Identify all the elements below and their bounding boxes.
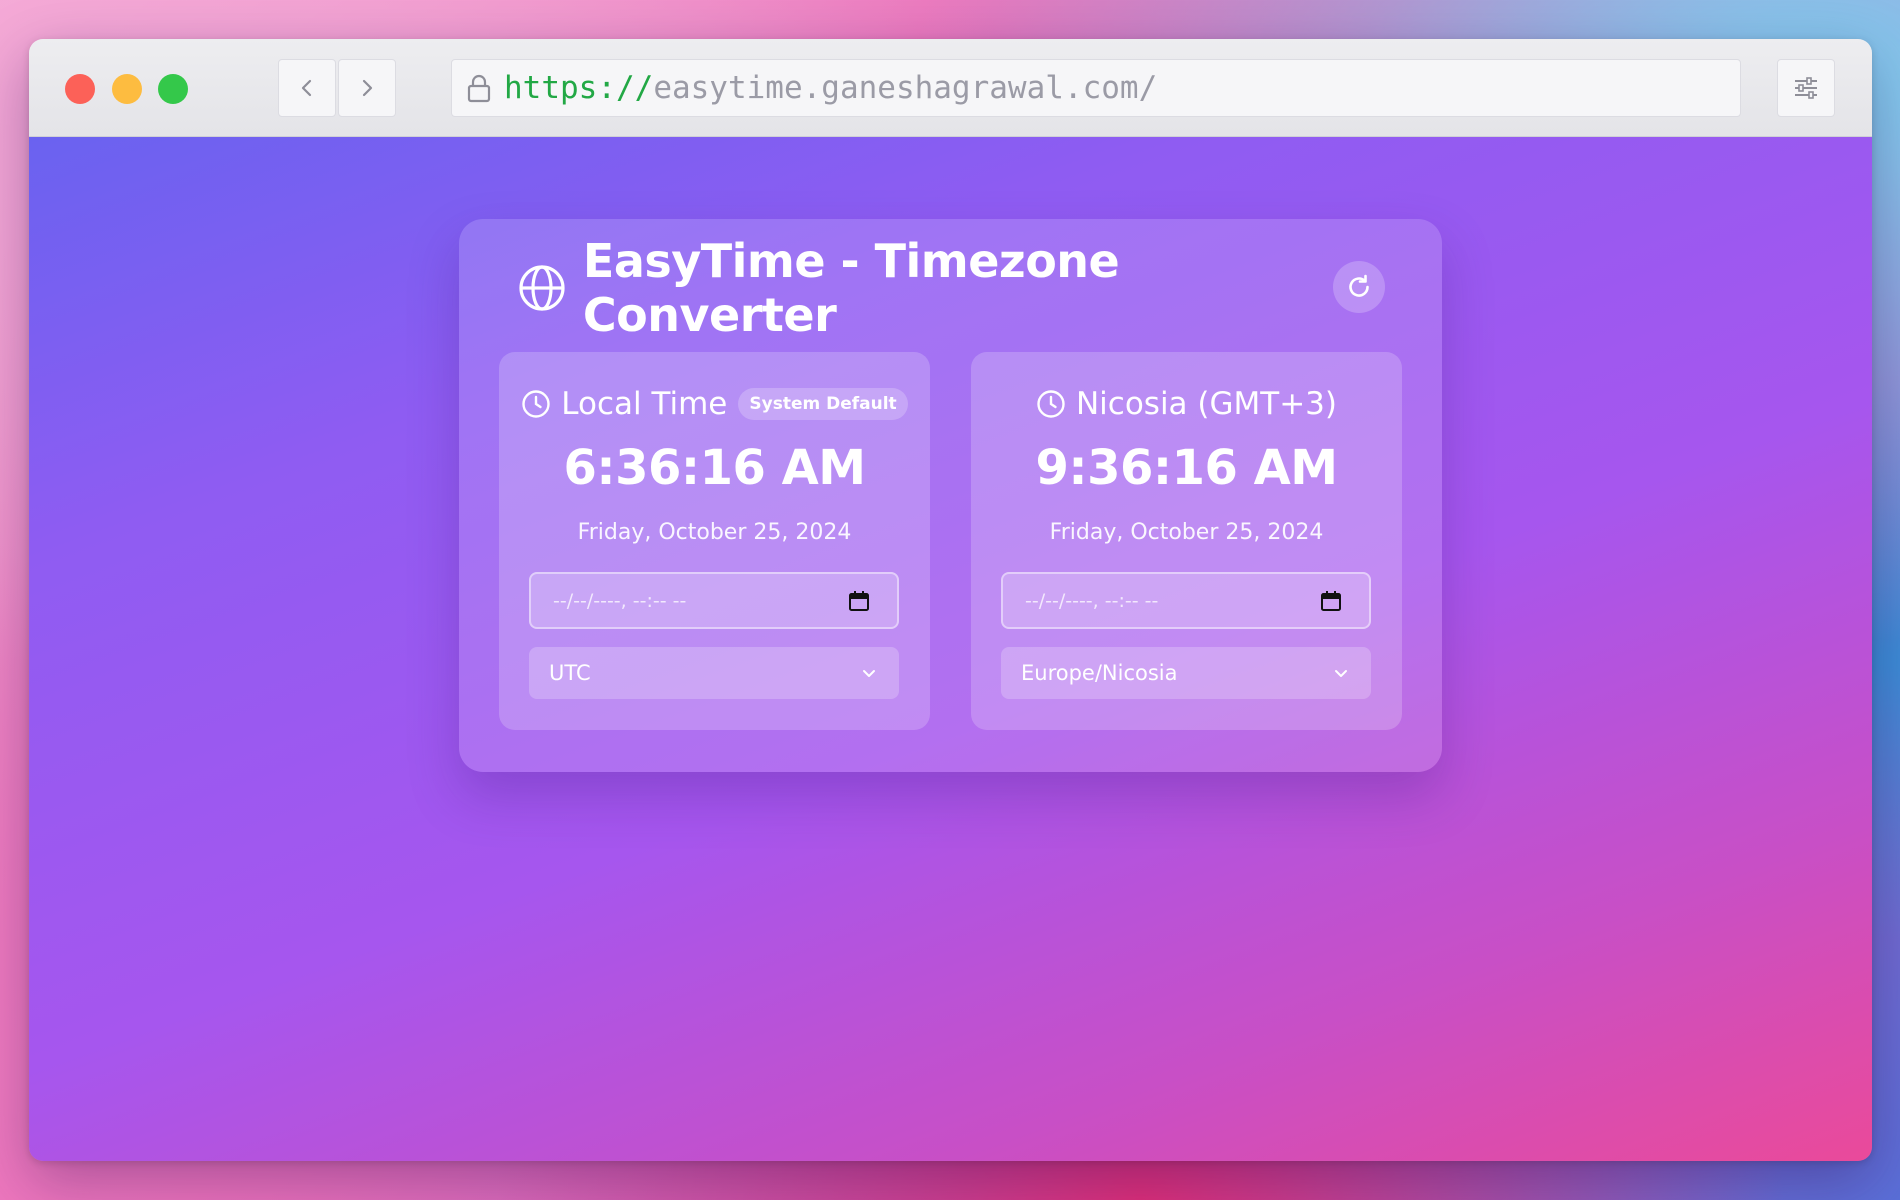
chevron-down-icon [1335, 670, 1347, 677]
timezone-value: Europe/Nicosia [1021, 661, 1178, 685]
browser-toolbar: https://easytime.ganeshagrawal.com/ [29, 39, 1872, 137]
address-bar[interactable]: https://easytime.ganeshagrawal.com/ [451, 59, 1741, 117]
close-window-button[interactable] [65, 74, 95, 104]
chevron-right-icon [362, 79, 373, 97]
maximize-window-button[interactable] [158, 74, 188, 104]
panel-header: Nicosia (GMT+3) [971, 384, 1402, 424]
sliders-icon [1795, 77, 1817, 99]
time-display: 6:36:16 AM [563, 440, 866, 496]
datetime-input[interactable]: --/--/----, --:-- -- [1001, 572, 1371, 629]
datetime-placeholder: --/--/----, --:-- -- [1025, 589, 1159, 612]
globe-icon [517, 263, 567, 313]
refresh-button[interactable] [1333, 261, 1385, 313]
back-button[interactable] [278, 59, 336, 117]
panel-label: Nicosia (GMT+3) [1075, 386, 1338, 422]
url-host: easytime.ganeshagrawal.com/ [653, 70, 1158, 106]
local-time-panel: Local Time System Default 6:36:16 AM Fri… [499, 352, 930, 730]
panel-header: Local Time System Default [499, 384, 930, 424]
time-display: 9:36:16 AM [1035, 440, 1338, 496]
converter-card: EasyTime - Timezone Converter Local Time… [459, 219, 1442, 772]
refresh-icon [1349, 274, 1369, 297]
page-content: EasyTime - Timezone Converter Local Time… [29, 137, 1872, 1161]
settings-button[interactable] [1777, 59, 1835, 117]
url-scheme: https:// [504, 70, 654, 106]
clock-icon [1036, 389, 1066, 419]
lock-icon [464, 73, 494, 103]
calendar-icon[interactable] [847, 589, 871, 613]
calendar-icon[interactable] [1319, 589, 1343, 613]
panel-label: Local Time [561, 386, 728, 422]
datetime-input[interactable]: --/--/----, --:-- -- [529, 572, 899, 629]
datetime-placeholder: --/--/----, --:-- -- [553, 589, 687, 612]
app-header: EasyTime - Timezone Converter [517, 234, 1387, 342]
clock-icon [521, 389, 551, 419]
minimize-window-button[interactable] [112, 74, 142, 104]
date-display: Friday, October 25, 2024 [1049, 520, 1324, 545]
page-title: EasyTime - Timezone Converter [582, 234, 1120, 342]
system-default-badge: System Default [738, 388, 908, 420]
chevron-down-icon [863, 670, 875, 677]
timezone-select[interactable]: Europe/Nicosia [1001, 647, 1371, 699]
timezone-value: UTC [549, 661, 591, 685]
browser-window: https://easytime.ganeshagrawal.com/ Easy… [29, 39, 1872, 1161]
date-display: Friday, October 25, 2024 [577, 520, 852, 545]
forward-button[interactable] [338, 59, 396, 117]
chevron-left-icon [301, 79, 312, 97]
timezone-select[interactable]: UTC [529, 647, 899, 699]
nicosia-time-panel: Nicosia (GMT+3) 9:36:16 AM Friday, Octob… [971, 352, 1402, 730]
